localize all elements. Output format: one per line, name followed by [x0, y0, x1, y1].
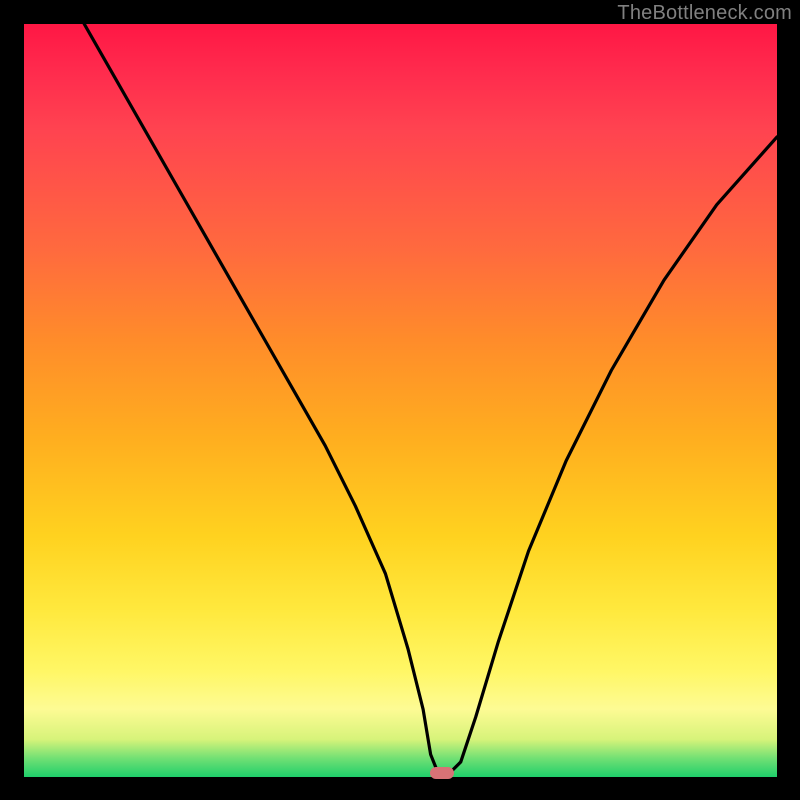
watermark-text: TheBottleneck.com [617, 2, 792, 25]
bottleneck-curve [24, 24, 777, 777]
plot-area [24, 24, 777, 777]
optimal-point-marker [430, 767, 454, 779]
chart-frame: TheBottleneck.com [0, 0, 800, 800]
